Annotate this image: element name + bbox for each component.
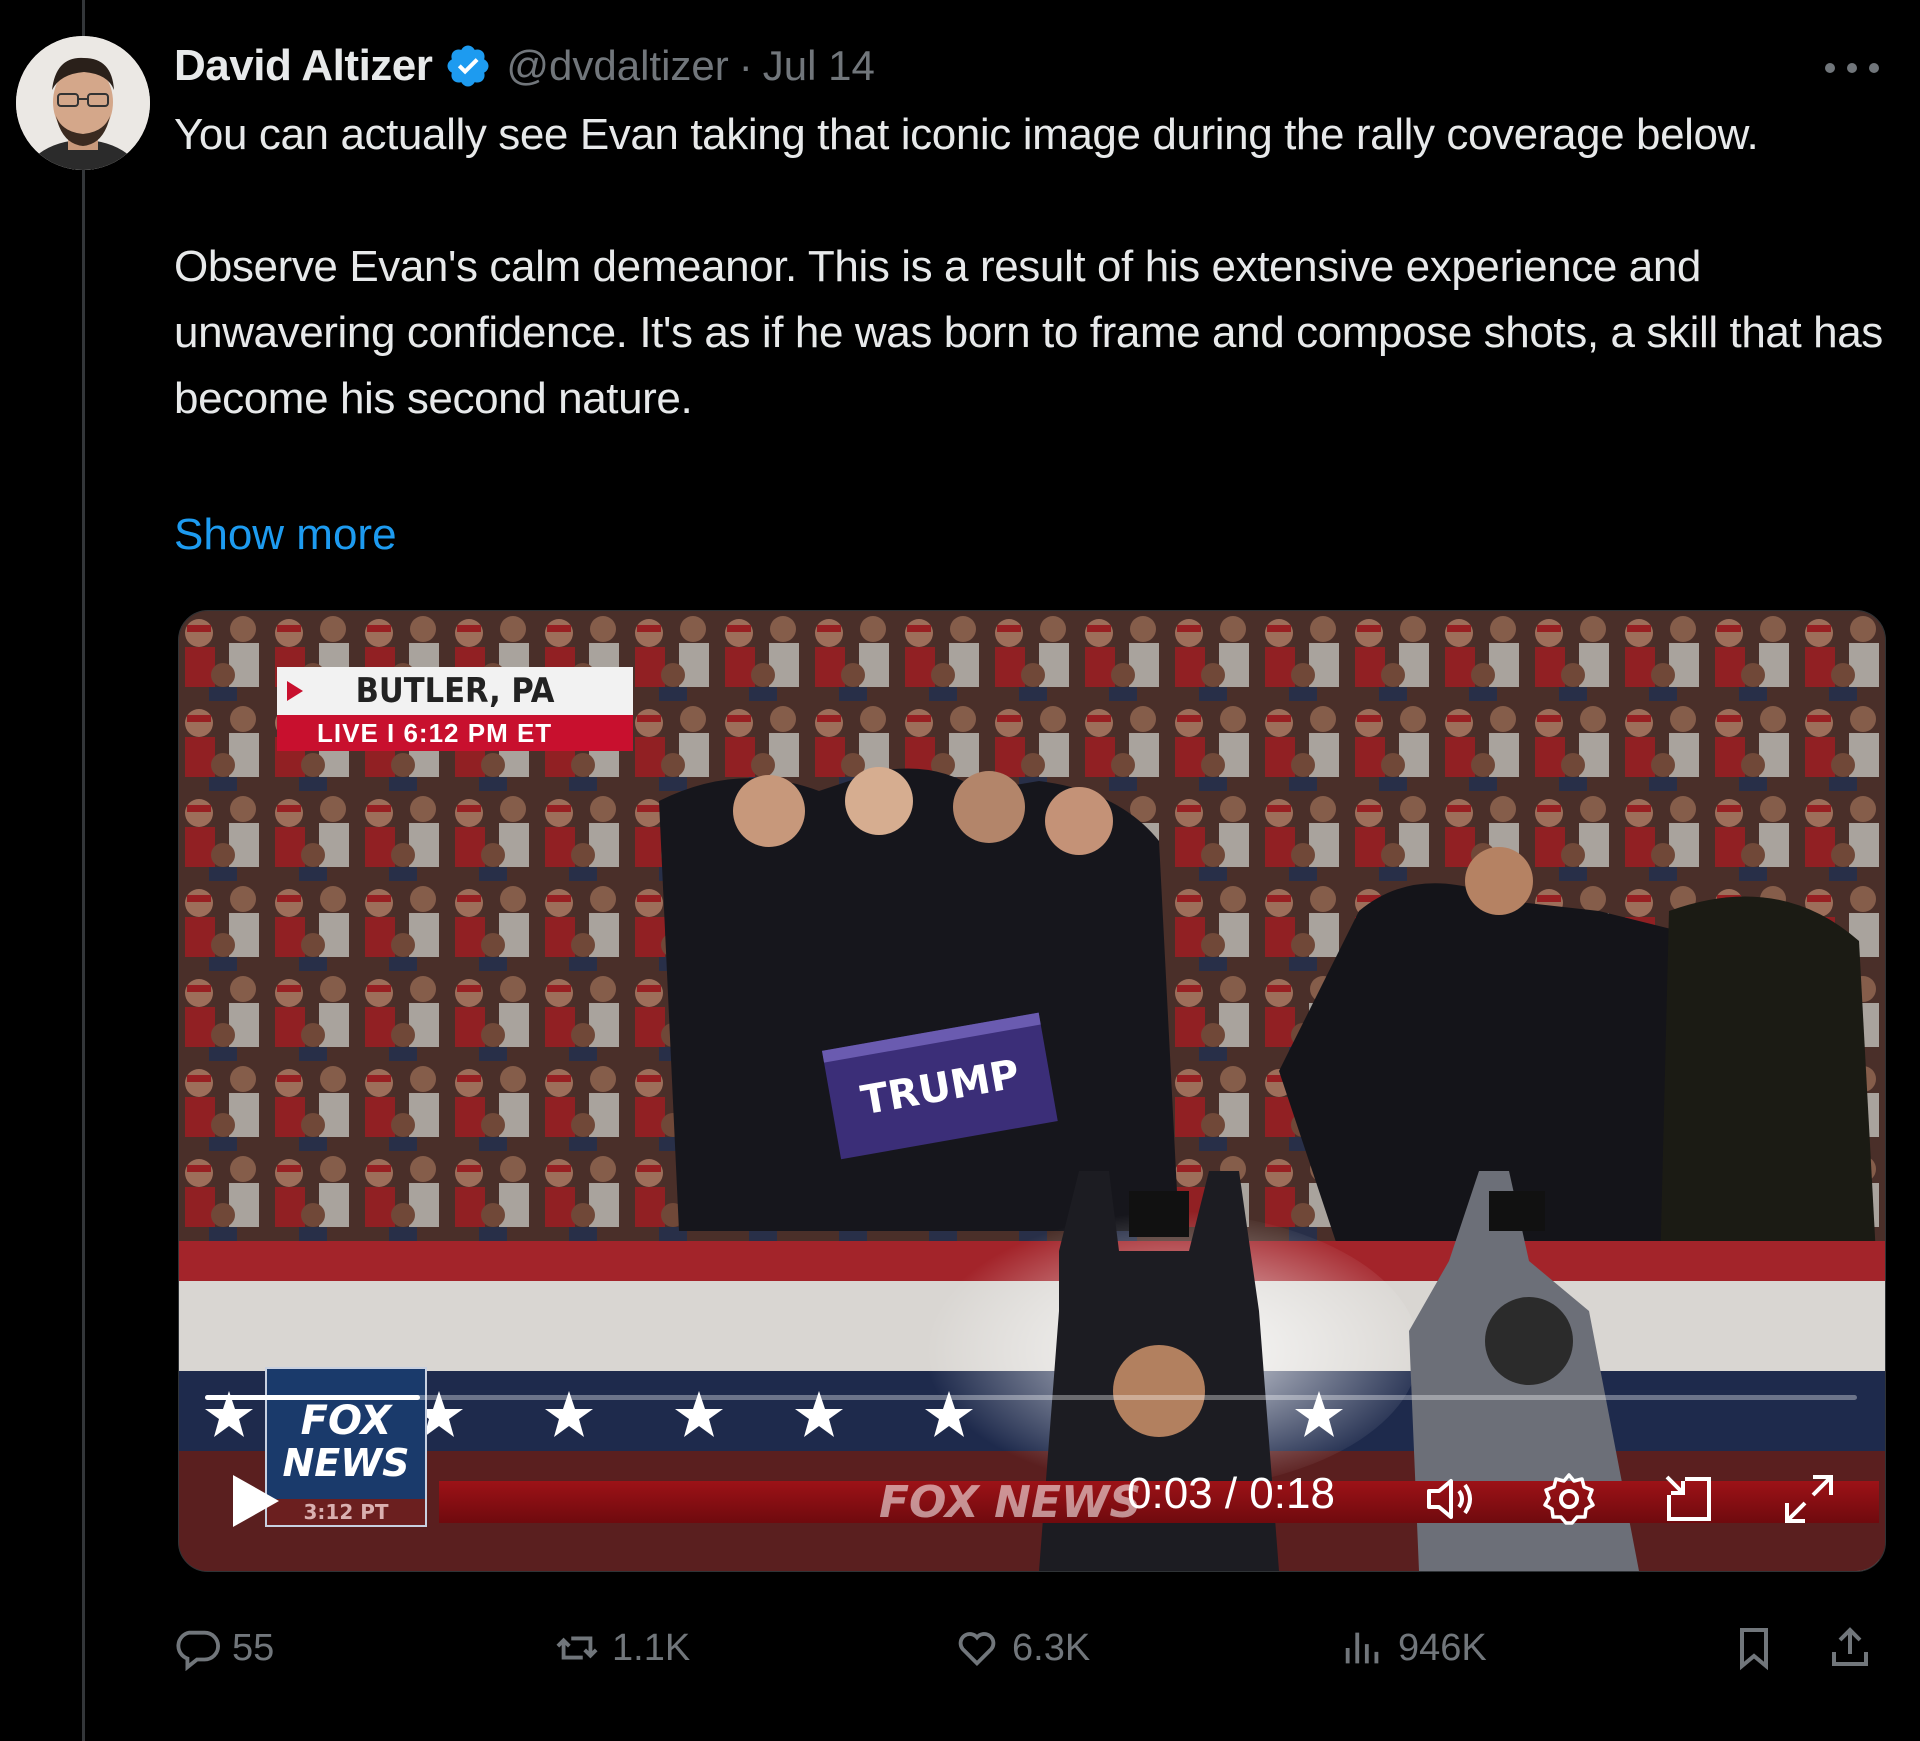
- author-handle[interactable]: @dvdaltizer: [506, 42, 728, 90]
- reply-button[interactable]: 55: [174, 1618, 274, 1678]
- location-banner: BUTLER, PA LIVE I 6:12 PM ET: [277, 667, 633, 751]
- views-count: 946K: [1398, 1626, 1487, 1669]
- show-more-link[interactable]: Show more: [174, 502, 397, 568]
- tweet-action-bar: 55 1.1K 6.3K 946K: [174, 1618, 1894, 1678]
- settings-gear-icon[interactable]: [1541, 1471, 1597, 1527]
- repost-icon: [556, 1636, 598, 1660]
- location-banner-live: LIVE I 6:12 PM ET: [277, 715, 633, 751]
- tweet-text: You can actually see Evan taking that ic…: [174, 102, 1894, 432]
- video-progress-bar[interactable]: [205, 1395, 1857, 1400]
- play-icon[interactable]: [229, 1473, 281, 1529]
- header-separator: ·: [738, 42, 753, 89]
- verified-badge-icon[interactable]: [444, 42, 492, 90]
- repost-count: 1.1K: [612, 1626, 691, 1669]
- more-options-icon[interactable]: [1822, 60, 1882, 76]
- heart-icon: [958, 1632, 996, 1667]
- fox-logo-line2: NEWS: [282, 1441, 410, 1485]
- reply-icon: [176, 1630, 220, 1671]
- video-player[interactable]: TRUMP BUTLER, PA LIVE I 6:12 PM ET FOX N: [178, 610, 1886, 1572]
- fullscreen-icon[interactable]: [1781, 1471, 1837, 1527]
- fox-logo-time: 3:12 PT: [267, 1499, 425, 1525]
- views-bar-chart-icon: [1345, 1632, 1379, 1664]
- fox-news-logo: FOX NEWS 3:12 PT: [265, 1367, 427, 1527]
- video-frame: TRUMP: [179, 611, 1885, 1571]
- like-button[interactable]: 6.3K: [954, 1618, 1090, 1678]
- share-icon[interactable]: [1826, 1624, 1874, 1672]
- repost-button[interactable]: 1.1K: [554, 1618, 690, 1678]
- location-banner-city: BUTLER, PA: [277, 667, 633, 715]
- like-count: 6.3K: [1012, 1626, 1091, 1669]
- author-display-name[interactable]: David Altizer: [174, 41, 433, 91]
- avatar-photo: [16, 36, 150, 170]
- tweet-date[interactable]: Jul 14: [763, 42, 875, 90]
- reply-count: 55: [232, 1626, 275, 1669]
- bookmark-icon[interactable]: [1730, 1624, 1778, 1672]
- video-progress-fill: [205, 1395, 420, 1400]
- thread-connector-line: [82, 0, 85, 1741]
- avatar[interactable]: [16, 36, 150, 170]
- tweet-header: David Altizer @dvdaltizer · Jul 14: [174, 38, 875, 94]
- video-time-display: 0:03 / 0:18: [1127, 1469, 1335, 1518]
- picture-in-picture-icon[interactable]: [1661, 1471, 1717, 1527]
- fox-logo-line1: FOX: [300, 1398, 392, 1444]
- ticker-logo-text: FOX NEWS: [879, 1477, 1142, 1528]
- volume-icon[interactable]: [1421, 1471, 1477, 1527]
- tweet-paragraph-1: You can actually see Evan taking that ic…: [174, 110, 1759, 159]
- tweet-paragraph-2: Observe Evan's calm demeanor. This is a …: [174, 242, 1883, 423]
- views-button[interactable]: 946K: [1340, 1618, 1487, 1678]
